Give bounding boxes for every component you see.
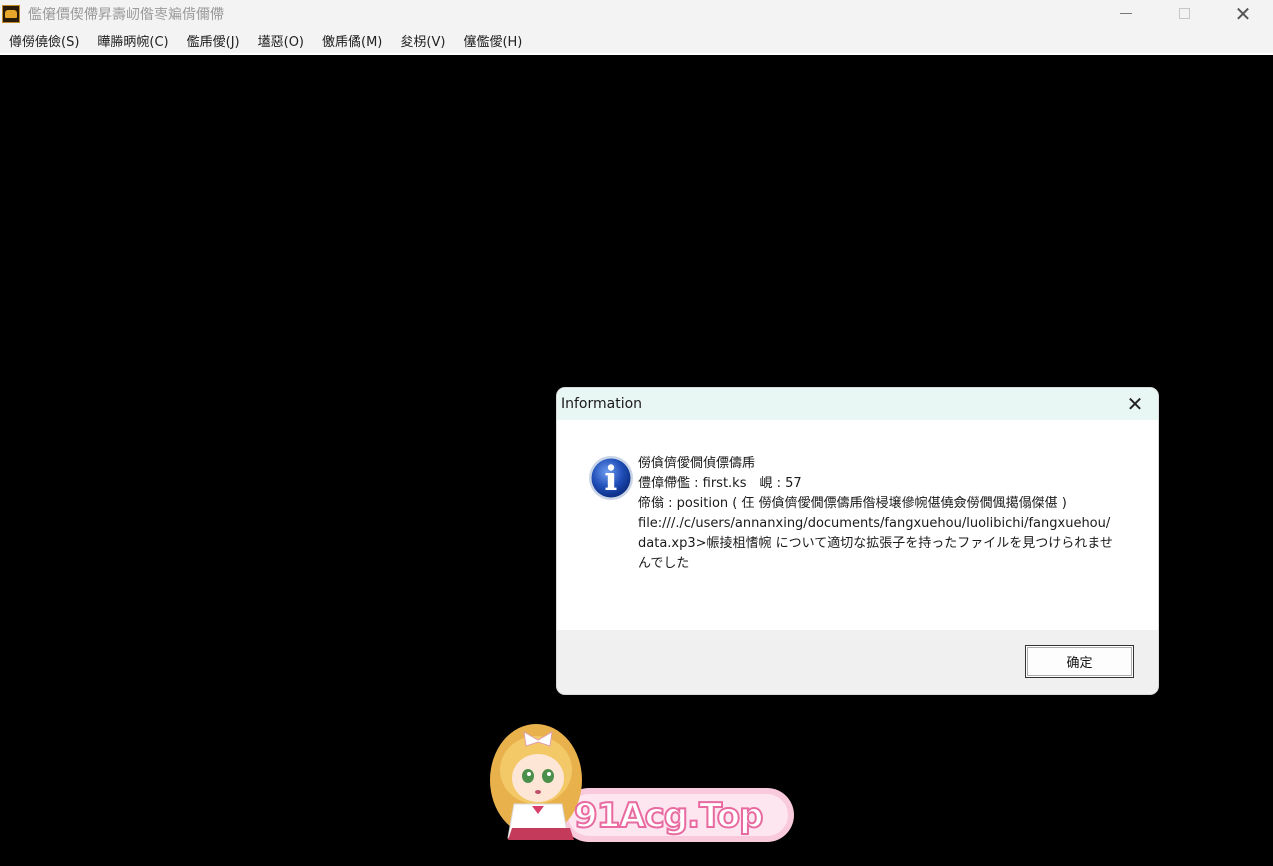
information-dialog: Information ✕ 僗僋儕僾僩偵僄儔乕 僼傽僀儖 : first.ks … xyxy=(557,388,1158,694)
dialog-title-bar[interactable]: Information ✕ xyxy=(557,388,1158,420)
app-icon xyxy=(2,4,20,23)
dialog-title: Information xyxy=(561,396,643,412)
close-window-button[interactable]: ✕ xyxy=(1213,0,1273,27)
window-title: 儖僒價偰僀昇壽屻偺栆斒偝儞僀 xyxy=(28,6,224,23)
menu-view[interactable]: 夋柺(V) xyxy=(391,31,454,50)
close-icon: ✕ xyxy=(1126,392,1144,416)
close-icon: ✕ xyxy=(1234,1,1252,26)
menu-jump[interactable]: 儖乕僾(J) xyxy=(178,31,249,50)
menu-help[interactable]: 僿儖僾(H) xyxy=(454,31,531,50)
dialog-close-button[interactable]: ✕ xyxy=(1124,392,1146,416)
maximize-button[interactable] xyxy=(1155,0,1213,27)
minimize-icon xyxy=(1120,13,1132,14)
menu-mode[interactable]: 儌乕僪(M) xyxy=(313,31,391,50)
maximize-icon xyxy=(1178,8,1190,19)
menu-divider xyxy=(0,53,1273,55)
message-line: file:///./c/users/annanxing/documents/fa… xyxy=(638,516,1113,571)
dialog-footer: 确定 xyxy=(557,630,1158,694)
menu-system[interactable]: 僔僗僥儉(S) xyxy=(0,31,88,50)
dialog-message: 僗僋儕僾僩偵僄儔乕 僼傽僀儖 : first.ks 峴 : 57 偙傟 : po… xyxy=(638,454,1118,574)
ok-button[interactable]: 确定 xyxy=(1025,645,1134,678)
menu-sound[interactable]: 壒惡(O) xyxy=(249,31,313,50)
watermark: 91Acg.Top xyxy=(484,718,796,846)
message-line: 僗僋儕僾僩偵僄儔乕 xyxy=(638,456,756,471)
menu-variable[interactable]: 曄幐昞帵(C) xyxy=(88,31,177,50)
app-window: 儖僒價偰僀昇壽屻偺栆斒偝儞僀 ✕ 僔僗僥儉(S) 曄幐昞帵(C) 儖乕僾(J) … xyxy=(0,0,1273,866)
info-icon xyxy=(589,456,633,500)
menu-bar: 僔僗僥儉(S) 曄幐昞帵(C) 儖乕僾(J) 壒惡(O) 儌乕僪(M) 夋柺(V… xyxy=(0,27,1273,54)
minimize-button[interactable] xyxy=(1097,0,1155,27)
title-bar[interactable]: 儖僒價偰僀昇壽屻偺栆斒偝儞僀 ✕ xyxy=(0,0,1273,27)
watermark-text: 91Acg.Top xyxy=(573,795,764,837)
message-line: 僼傽僀儖 : first.ks 峴 : 57 xyxy=(638,476,802,491)
window-controls: ✕ xyxy=(1097,0,1273,27)
message-line: 偙傟 : position ( 仼 僗僋儕僾僩僄儔乕偺梫壌傪帵偡僥僉僗僩偑擖傝傑… xyxy=(638,496,1067,511)
